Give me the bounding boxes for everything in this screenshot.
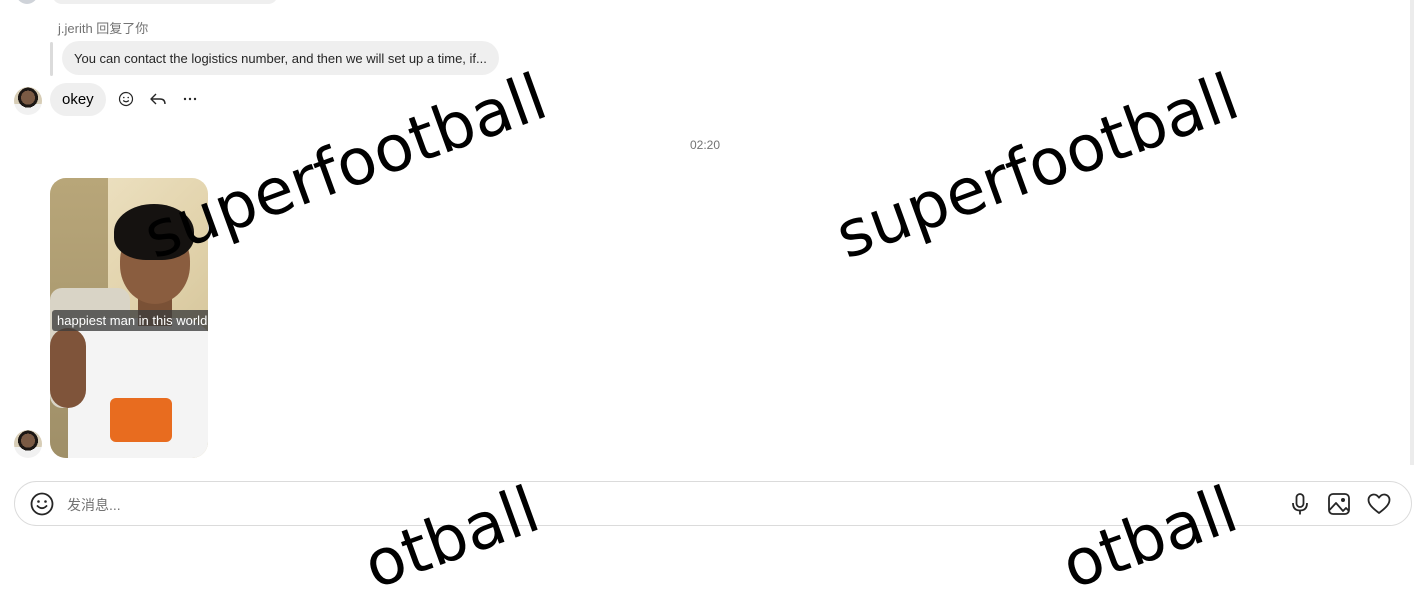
emoji-icon[interactable] [29, 491, 55, 517]
reply-arrow-icon[interactable] [148, 88, 168, 110]
reply-quote-line [50, 42, 53, 76]
message-actions [116, 88, 200, 110]
sender-avatar[interactable] [14, 87, 42, 115]
heart-icon[interactable] [1366, 491, 1392, 517]
photo-hand [50, 328, 86, 408]
more-dots-icon[interactable] [180, 88, 200, 110]
previous-message-bubble[interactable] [52, 0, 278, 4]
message-input[interactable] [65, 492, 969, 518]
scrollbar[interactable] [1410, 0, 1414, 465]
photo-shirt-logo [110, 398, 172, 442]
photo-caption: happiest man in this world [52, 310, 208, 331]
message-composer [14, 481, 1412, 526]
reply-header: j.jerith 回复了你 [58, 21, 149, 36]
timestamp: 02:20 [689, 138, 721, 152]
message-bubble[interactable]: okey [50, 83, 106, 116]
sender-avatar[interactable] [14, 430, 42, 458]
shared-photo[interactable]: happiest man in this world [50, 178, 208, 458]
photo-hair [114, 204, 194, 260]
smiley-icon[interactable] [116, 88, 136, 110]
watermark: superfootball [826, 60, 1249, 275]
avatar[interactable] [16, 0, 38, 4]
reply-quote-bubble[interactable]: You can contact the logistics number, an… [62, 41, 499, 75]
microphone-icon[interactable] [1287, 491, 1313, 517]
image-icon[interactable] [1326, 491, 1352, 517]
